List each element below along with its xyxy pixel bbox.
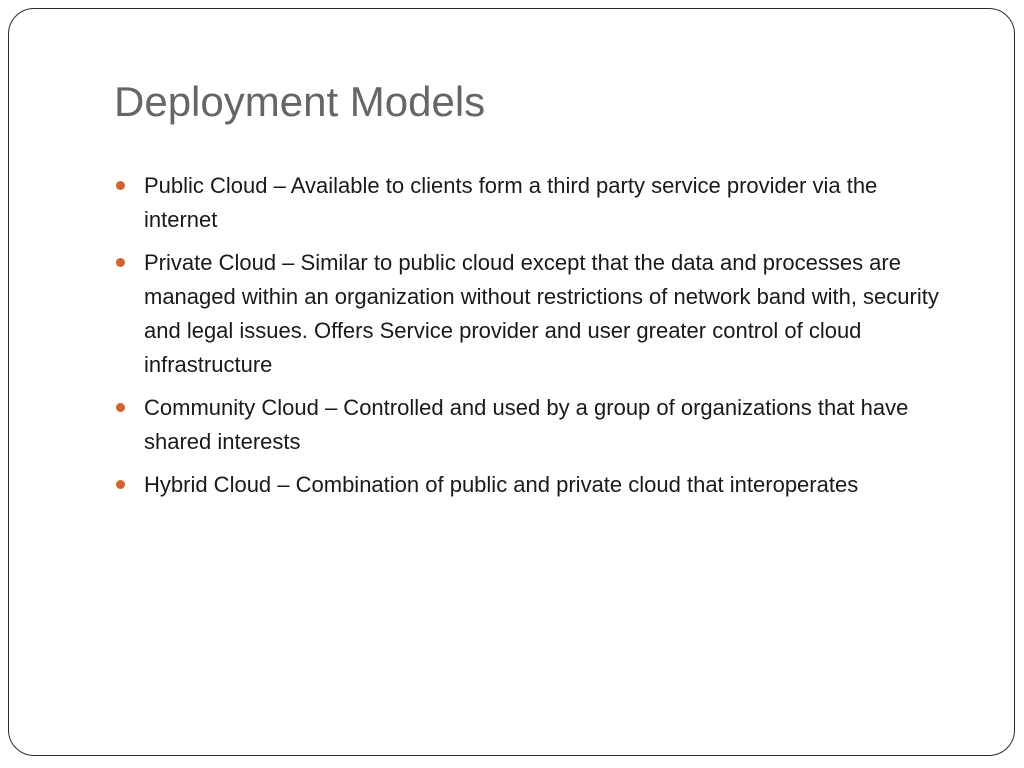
- bullet-text: Community Cloud – Controlled and used by…: [144, 395, 909, 454]
- bullet-text: Public Cloud – Available to clients form…: [144, 173, 878, 232]
- bullet-item-community-cloud: Community Cloud – Controlled and used by…: [116, 391, 956, 459]
- bullet-text: Private Cloud – Similar to public cloud …: [144, 250, 939, 377]
- bullet-list: Public Cloud – Available to clients form…: [116, 169, 956, 511]
- bullet-item-hybrid-cloud: Hybrid Cloud – Combination of public and…: [116, 468, 956, 502]
- bullet-dot-icon: [116, 403, 125, 412]
- bullet-dot-icon: [116, 480, 125, 489]
- slide-title: Deployment Models: [114, 78, 486, 125]
- bullet-dot-icon: [116, 258, 125, 267]
- bullet-text: Hybrid Cloud – Combination of public and…: [144, 472, 859, 497]
- bullet-item-private-cloud: Private Cloud – Similar to public cloud …: [116, 246, 956, 382]
- bullet-item-public-cloud: Public Cloud – Available to clients form…: [116, 169, 956, 237]
- bullet-dot-icon: [116, 181, 125, 190]
